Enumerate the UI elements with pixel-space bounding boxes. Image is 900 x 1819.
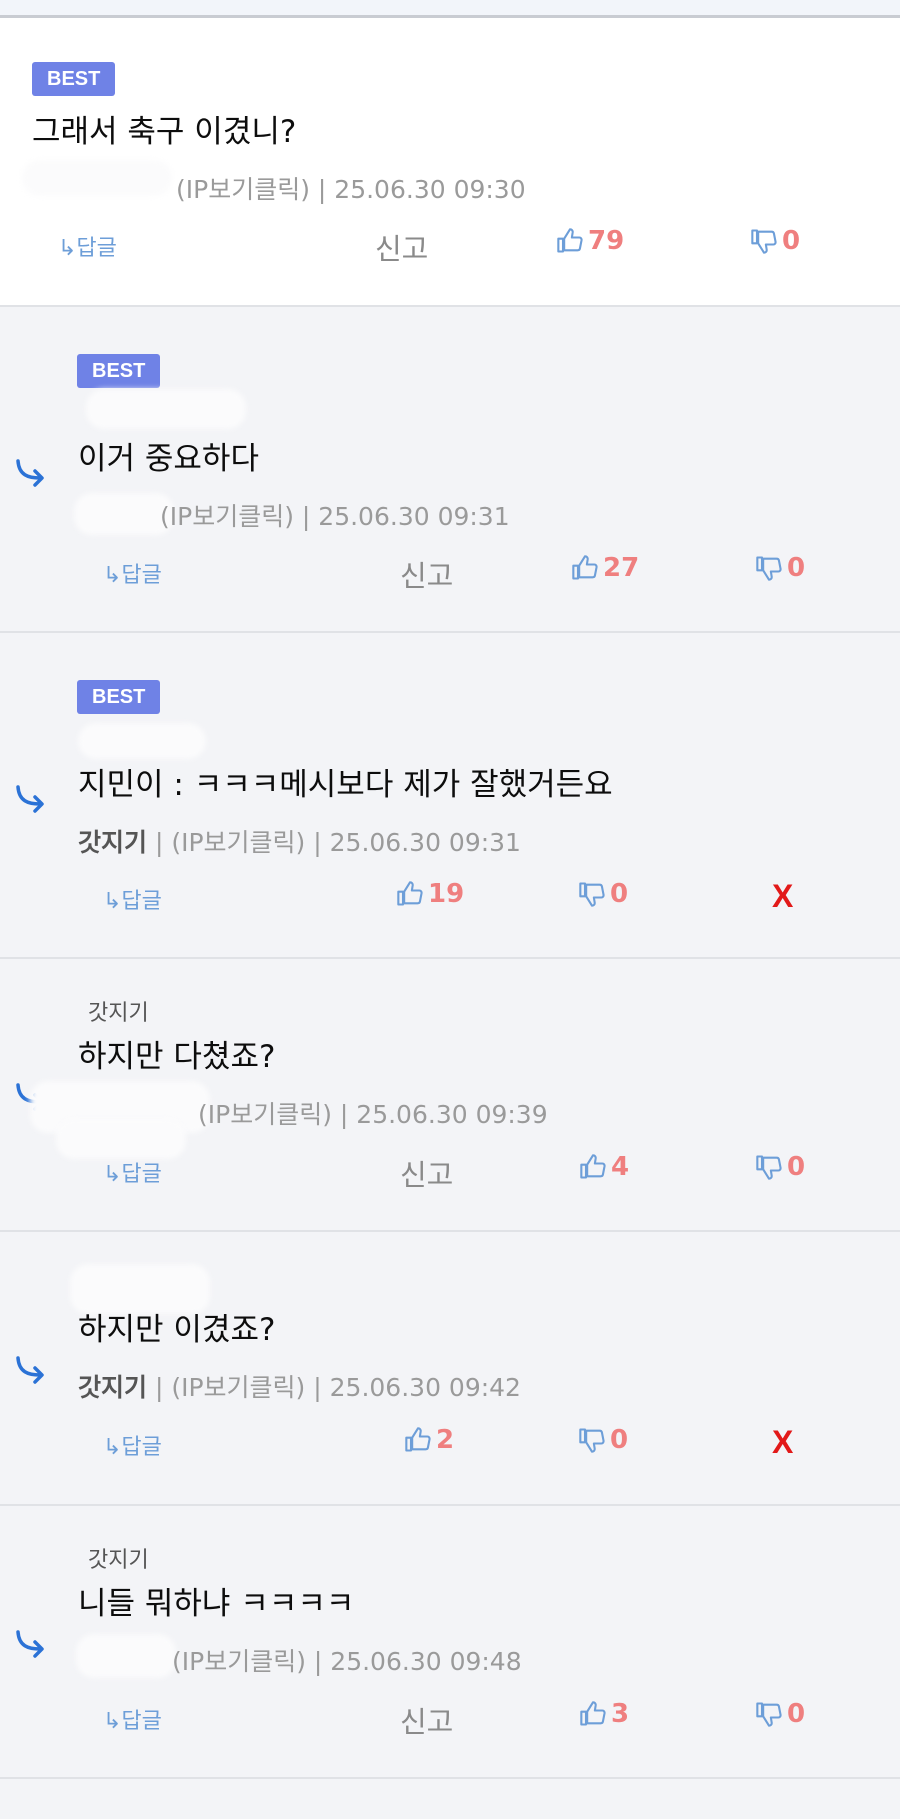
comment-author: 갓지기: [78, 828, 148, 857]
redacted-author: [78, 723, 206, 759]
dislike-button[interactable]: 0: [578, 879, 628, 909]
redacted-author: [74, 493, 174, 535]
thumbs-up-icon: [580, 1701, 606, 1726]
dislike-count: 0: [787, 1699, 806, 1729]
comment-text: 그래서 축구 이겼니?: [32, 114, 297, 150]
reply-button[interactable]: ↳답글: [58, 230, 117, 262]
reply-arrow-icon: [16, 1356, 44, 1384]
comment-text: 하지만 이겼죠?: [78, 1312, 276, 1348]
comment-text: 니들 뭐하냐 ㅋㅋㅋㅋ: [78, 1586, 355, 1622]
comment-meta: (IP보기클릭) | 25.06.30 09:31: [160, 502, 510, 531]
thumbs-up-icon: [572, 555, 598, 580]
parent-author: 갓지기: [88, 1548, 149, 1573]
reply-arrow-icon: [16, 1630, 44, 1658]
like-button[interactable]: 4: [579, 1152, 629, 1182]
thumbs-down-icon: [756, 1155, 782, 1180]
redacted-author: [56, 1119, 186, 1159]
dislike-count: 0: [787, 553, 806, 583]
comment-meta: 갓지기 | (IP보기클릭) | 25.06.30 09:31: [78, 828, 521, 857]
reply-arrow-icon: [16, 785, 44, 813]
thumbs-down-icon: [751, 229, 777, 254]
comment-item: BEST 이거 중요하다 (IP보기클릭) | 25.06.30 09:31 ↳…: [0, 307, 900, 633]
redacted-author: [86, 389, 246, 429]
comment-author: 갓지기: [78, 1373, 148, 1402]
comment-meta: 갓지기 | (IP보기클릭) | 25.06.30 09:42: [78, 1373, 521, 1402]
delete-button[interactable]: X: [772, 1424, 793, 1461]
like-count: 2: [436, 1425, 455, 1455]
parent-author: 갓지기: [88, 1001, 149, 1026]
dislike-button[interactable]: 0: [755, 1152, 805, 1182]
dislike-button[interactable]: 0: [755, 553, 805, 583]
best-badge: BEST: [77, 354, 161, 388]
ip-link[interactable]: (IP보기클릭): [176, 175, 310, 204]
like-count: 19: [428, 879, 465, 909]
like-button[interactable]: 2: [404, 1425, 454, 1455]
like-button[interactable]: 27: [571, 553, 639, 583]
best-badge: BEST: [77, 680, 161, 714]
comment-item: BEST 그래서 축구 이겼니? (IP보기클릭) | 25.06.30 09:…: [0, 18, 900, 307]
comment-time: 25.06.30 09:31: [329, 828, 521, 857]
ip-link[interactable]: (IP보기클릭): [198, 1100, 332, 1129]
like-button[interactable]: 79: [556, 226, 624, 256]
like-count: 27: [603, 553, 640, 583]
comment-item: BEST 지민이 : ㅋㅋㅋ메시보다 제가 잘했거든요 갓지기 | (IP보기클…: [0, 633, 900, 959]
thumbs-down-icon: [579, 1428, 605, 1453]
comment-item: 하지만 이겼죠? 갓지기 | (IP보기클릭) | 25.06.30 09:42…: [0, 1232, 900, 1506]
dislike-count: 0: [610, 1425, 629, 1455]
comment-item: 갓지기 니들 뭐하냐 ㅋㅋㅋㅋ (IP보기클릭) | 25.06.30 09:4…: [0, 1506, 900, 1779]
ip-link[interactable]: (IP보기클릭): [171, 828, 305, 857]
thumbs-down-icon: [579, 882, 605, 907]
comment-text: 이거 중요하다: [78, 441, 259, 477]
best-badge: BEST: [32, 62, 116, 96]
dislike-button[interactable]: 0: [755, 1699, 805, 1729]
dislike-count: 0: [787, 1152, 806, 1182]
reply-button[interactable]: ↳답글: [103, 883, 162, 915]
dislike-count: 0: [782, 226, 801, 256]
reply-button[interactable]: ↳답글: [103, 1703, 162, 1735]
reply-button[interactable]: ↳답글: [103, 1429, 162, 1461]
like-count: 79: [588, 226, 625, 256]
thumbs-up-icon: [580, 1154, 606, 1179]
like-count: 3: [611, 1699, 630, 1729]
comment-meta: (IP보기클릭) | 25.06.30 09:30: [176, 175, 526, 204]
ip-link[interactable]: (IP보기클릭): [160, 502, 294, 531]
report-button[interactable]: 신고: [400, 1699, 453, 1741]
redacted-author: [76, 1634, 176, 1678]
redacted-author: [22, 160, 172, 196]
delete-button[interactable]: X: [772, 878, 793, 915]
dislike-count: 0: [610, 879, 629, 909]
ip-link[interactable]: (IP보기클릭): [172, 1647, 306, 1676]
reply-button[interactable]: ↳답글: [103, 557, 162, 589]
comment-item: 갓지기 하지만 다쳤죠? (IP보기클릭) | 25.06.30 09:39 ↳…: [0, 959, 900, 1232]
dislike-button[interactable]: 0: [578, 1425, 628, 1455]
reply-button[interactable]: ↳답글: [103, 1156, 162, 1188]
comment-time: 25.06.30 09:39: [356, 1100, 548, 1129]
thumbs-down-icon: [756, 1702, 782, 1727]
report-button[interactable]: 신고: [400, 553, 453, 595]
like-button[interactable]: 3: [579, 1699, 629, 1729]
comment-meta: (IP보기클릭) | 25.06.30 09:48: [172, 1647, 522, 1676]
comment-time: 25.06.30 09:30: [334, 175, 526, 204]
thumbs-up-icon: [397, 881, 423, 906]
comment-time: 25.06.30 09:42: [329, 1373, 521, 1402]
comment-time: 25.06.30 09:31: [318, 502, 510, 531]
comment-time: 25.06.30 09:48: [330, 1647, 522, 1676]
thumbs-up-icon: [405, 1427, 431, 1452]
thumbs-up-icon: [557, 228, 583, 253]
top-strip: [0, 0, 900, 18]
like-count: 4: [611, 1152, 630, 1182]
report-button[interactable]: 신고: [400, 1152, 453, 1194]
dislike-button[interactable]: 0: [750, 226, 800, 256]
comment-meta: (IP보기클릭) | 25.06.30 09:39: [198, 1100, 548, 1129]
reply-arrow-icon: [16, 459, 44, 487]
comment-text: 지민이 : ㅋㅋㅋ메시보다 제가 잘했거든요: [78, 767, 613, 803]
comment-text: 하지만 다쳤죠?: [78, 1039, 276, 1075]
like-button[interactable]: 19: [396, 879, 464, 909]
report-button[interactable]: 신고: [375, 226, 428, 268]
ip-link[interactable]: (IP보기클릭): [171, 1373, 305, 1402]
thumbs-down-icon: [756, 556, 782, 581]
